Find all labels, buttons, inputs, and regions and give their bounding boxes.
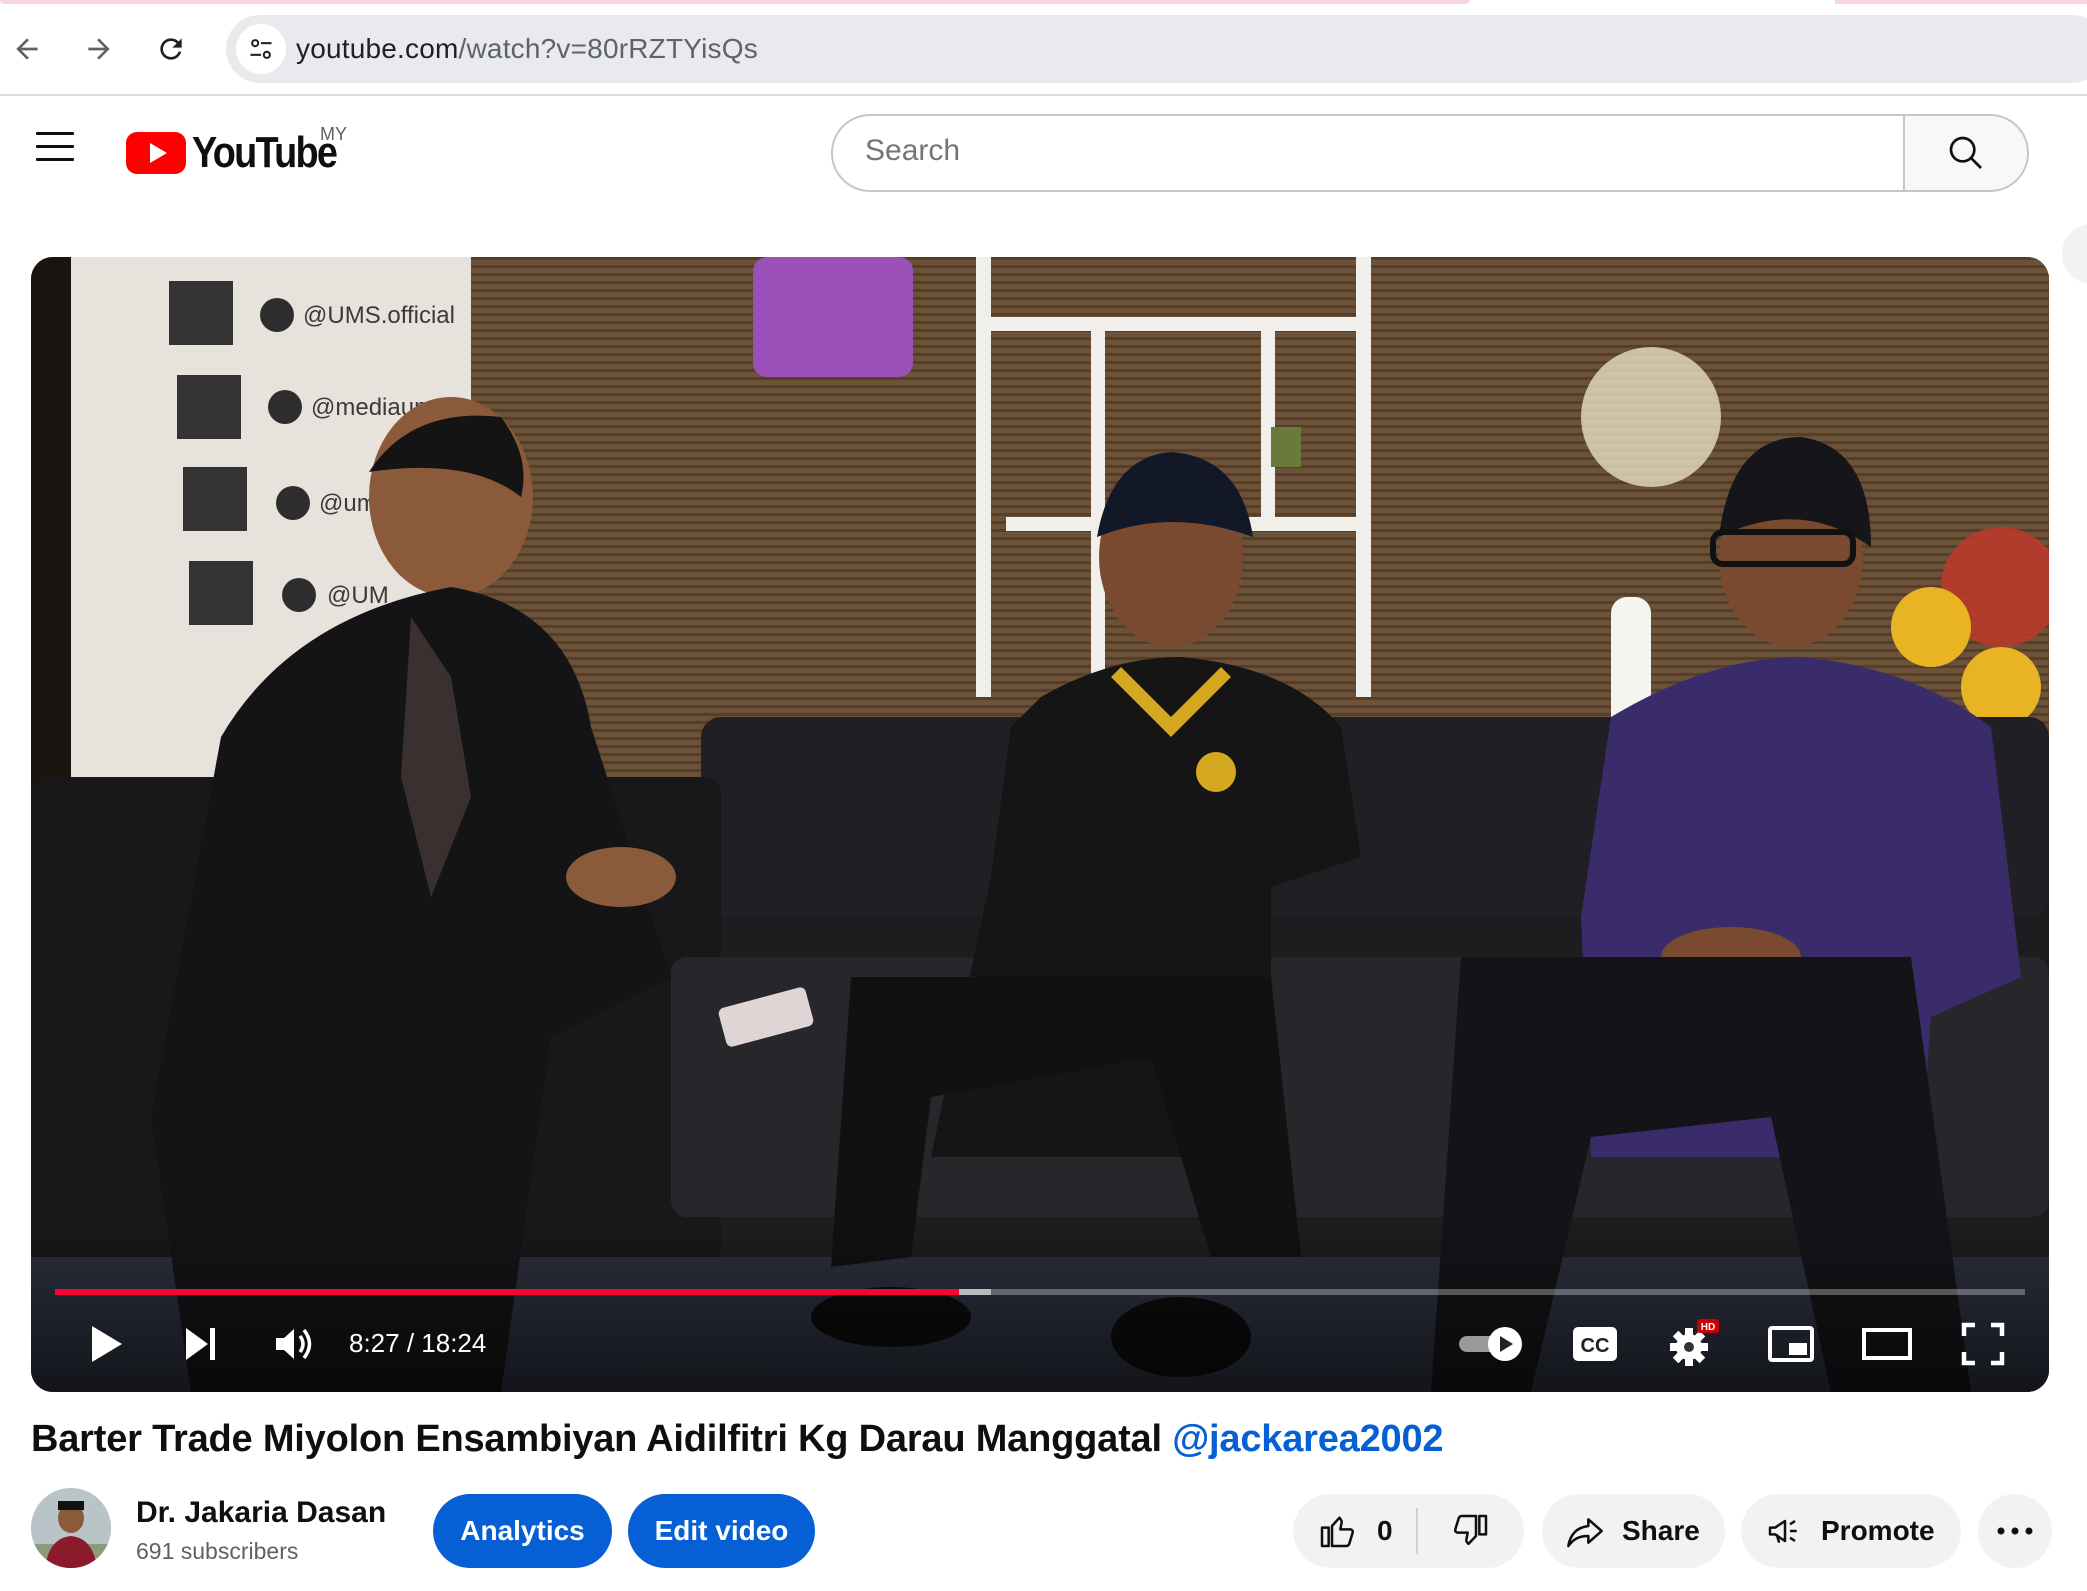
youtube-masthead: YouTube MY [0,98,2087,284]
play-icon [92,1326,122,1362]
url-text[interactable]: youtube.com/watch?v=80rRZTYisQs [296,33,758,65]
autoplay-toggle-icon [1459,1327,1522,1361]
subtitles-button[interactable]: CC [1557,1309,1633,1379]
fullscreen-button[interactable] [1945,1309,2021,1379]
progress-played [55,1289,960,1295]
promote-button[interactable]: Promote [1741,1494,1961,1568]
skip-next-icon [186,1328,215,1360]
autoplay-toggle[interactable] [1453,1309,1533,1379]
miniplayer-button[interactable] [1753,1309,1829,1379]
play-button[interactable] [71,1309,141,1379]
tab-strip-accent [0,0,1470,4]
video-title-text: Barter Trade Miyolon Ensambiyan Aidilfit… [31,1418,1173,1460]
tab-strip-accent-right [1835,0,2087,4]
video-player[interactable]: @UMS.official @mediaums @umsc @UM 8:27 /… [31,257,2049,1392]
fullscreen-icon [1961,1322,2005,1366]
search-button[interactable] [1903,114,2029,192]
guide-menu-button[interactable] [30,132,80,172]
tune-icon [250,39,272,59]
time-display: 8:27 / 18:24 [349,1328,487,1358]
controls-gradient [31,1222,2049,1392]
arrow-left-icon [16,38,38,60]
url-path: /watch?v=80rRZTYisQs [458,33,758,64]
like-button[interactable]: 0 [1293,1494,1416,1568]
more-actions-button[interactable] [1978,1494,2052,1568]
progress-bar[interactable] [55,1289,2025,1295]
address-bar[interactable]: youtube.com/watch?v=80rRZTYisQs [226,15,2087,83]
browser-toolbar: youtube.com/watch?v=80rRZTYisQs [0,0,2087,96]
promote-label: Promote [1821,1515,1935,1546]
gear-icon: HD [1670,1319,1719,1366]
menu-icon-bar [36,132,74,135]
theater-mode-icon [1862,1328,1912,1360]
back-button[interactable] [2,24,52,74]
reload-icon [160,38,182,60]
url-host: youtube.com [296,33,459,64]
thumbs-up-icon [1320,1516,1355,1548]
like-dislike-group: 0 [1293,1494,1524,1568]
search-box[interactable] [831,114,1905,192]
analytics-button[interactable]: Analytics [433,1494,612,1568]
search-input[interactable] [865,134,1865,168]
mute-button[interactable] [259,1309,329,1379]
share-label: Share [1622,1515,1700,1546]
like-count: 0 [1377,1515,1393,1546]
menu-icon-bar [36,145,74,148]
logo-wordmark: YouTube [192,128,338,177]
youtube-play-logo-icon [126,132,186,174]
forward-button[interactable] [74,24,124,74]
share-icon [1567,1518,1603,1548]
arrow-right-icon [88,38,110,60]
hd-badge: HD [1701,1322,1715,1333]
scene-social-1: @UMS.official [303,302,455,329]
menu-icon-bar [36,158,74,161]
share-button[interactable]: Share [1542,1494,1725,1568]
theater-mode-button[interactable] [1847,1309,1927,1379]
scene-social-4: @UM [327,582,389,609]
search-icon [1949,136,1982,169]
next-button[interactable] [165,1309,235,1379]
closed-captions-icon: CC [1573,1327,1617,1361]
miniplayer-icon [1768,1326,1814,1362]
channel-name[interactable]: Dr. Jakaria Dasan [136,1496,386,1530]
channel-avatar[interactable] [31,1488,111,1568]
settings-button[interactable]: HD [1653,1309,1733,1379]
site-info-button[interactable] [236,24,286,74]
thumbs-down-icon [1453,1514,1488,1546]
megaphone-icon [1768,1519,1797,1544]
subscriber-count: 691 subscribers [136,1538,299,1564]
edit-video-button[interactable]: Edit video [628,1494,815,1568]
reload-button[interactable] [146,24,196,74]
voice-search-button-edge[interactable] [2062,224,2087,284]
title-mention-link[interactable]: @jackarea2002 [1172,1418,1443,1460]
volume-icon [276,1328,312,1360]
country-code: MY [320,124,347,144]
video-title: Barter Trade Miyolon Ensambiyan Aidilfit… [31,1418,1444,1461]
avatar-image [31,1488,111,1568]
more-horizontal-icon [1997,1527,2033,1535]
cc-label: CC [1581,1335,1610,1357]
dislike-button[interactable] [1418,1494,1524,1568]
